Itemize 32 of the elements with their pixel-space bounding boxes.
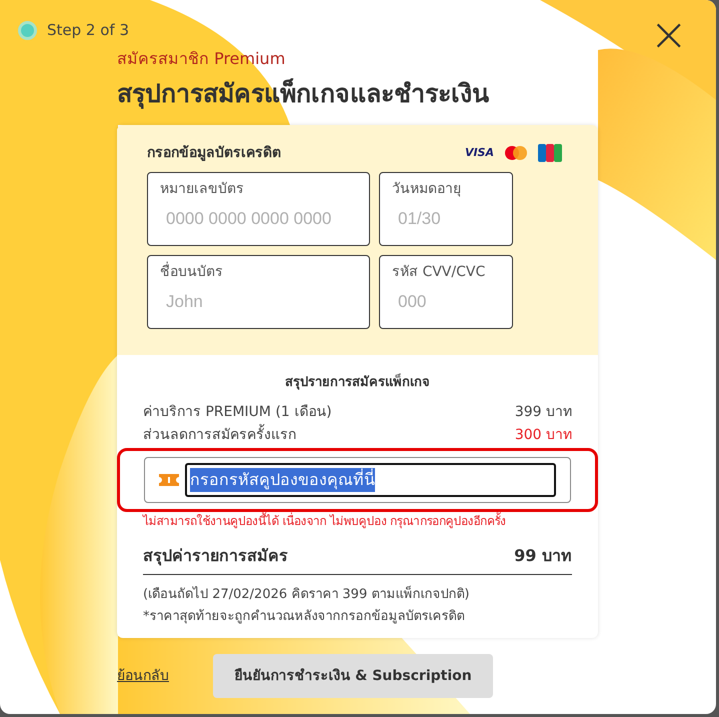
close-button[interactable]: ×	[649, 17, 688, 51]
field-input[interactable]: 01/30	[392, 200, 508, 236]
coupon-error: ไม่สามารถใช้งานคูปองนี้ได้ เนื่องจาก ไม่พบคูปอง กรุณากรอกคูปองอีกครั้ง	[143, 512, 507, 530]
card-input-field[interactable]: รหัส CVV/CVC 000	[379, 254, 513, 328]
field-label: วันหมดอายุ	[392, 180, 462, 199]
line-item-label: ค่าบริการ PREMIUM (1 เดือน)	[143, 403, 332, 422]
total-amount: 99 บาท	[514, 545, 572, 567]
field-input[interactable]: 000	[392, 284, 508, 320]
stripes-logo-icon	[538, 144, 562, 162]
card-form-heading: กรอกข้อมูลบัตรเครดิต	[147, 144, 281, 163]
note-text: *ราคาสุดท้ายจะถูกคำนวณหลังจากกรอกข้อมูลบัตรเครดิต	[143, 608, 466, 626]
note-text: (เดือนถัดไป 27/02/2026 คิดราคา 399 ตามแพ็กเกจปกติ)	[143, 585, 470, 604]
circles-logo-icon	[504, 145, 528, 161]
step-label: Step 2 of 3	[47, 20, 130, 41]
line-item-amount: 300 บาท	[514, 426, 572, 445]
field-input[interactable]: John	[160, 284, 365, 320]
back-link[interactable]: ย้อนกลับ	[117, 666, 169, 686]
field-label: ชื่อบนบัตร	[160, 262, 224, 282]
field-label: รหัส CVV/CVC	[392, 262, 486, 282]
total-label: สรุปค่ารายการสมัคร	[143, 545, 288, 568]
coupon-value: กรอกรหัสคูปองของคุณที่นี่	[190, 468, 375, 492]
card-input-field[interactable]: ชื่อบนบัตร John	[147, 254, 370, 328]
card-input-field[interactable]: หมายเลขบัตร 0000 0000 0000 0000	[147, 172, 370, 246]
field-label: หมายเลขบัตร	[160, 180, 245, 198]
card-brand-logo: VISA	[464, 144, 494, 161]
field-input[interactable]: 0000 0000 0000 0000	[160, 200, 365, 236]
summary-heading: สรุปรายการสมัครแพ็กเกจ	[284, 372, 431, 392]
line-item-label: ส่วนลดการสมัครครั้งแรก	[143, 425, 296, 446]
ticket-icon	[159, 474, 179, 486]
line-item-amount: 399 บาท	[514, 403, 572, 422]
coupon-field[interactable]: กรอกรหัสคูปองของคุณที่นี่	[144, 457, 571, 503]
card-input-field[interactable]: วันหมดอายุ 01/30	[379, 172, 513, 246]
